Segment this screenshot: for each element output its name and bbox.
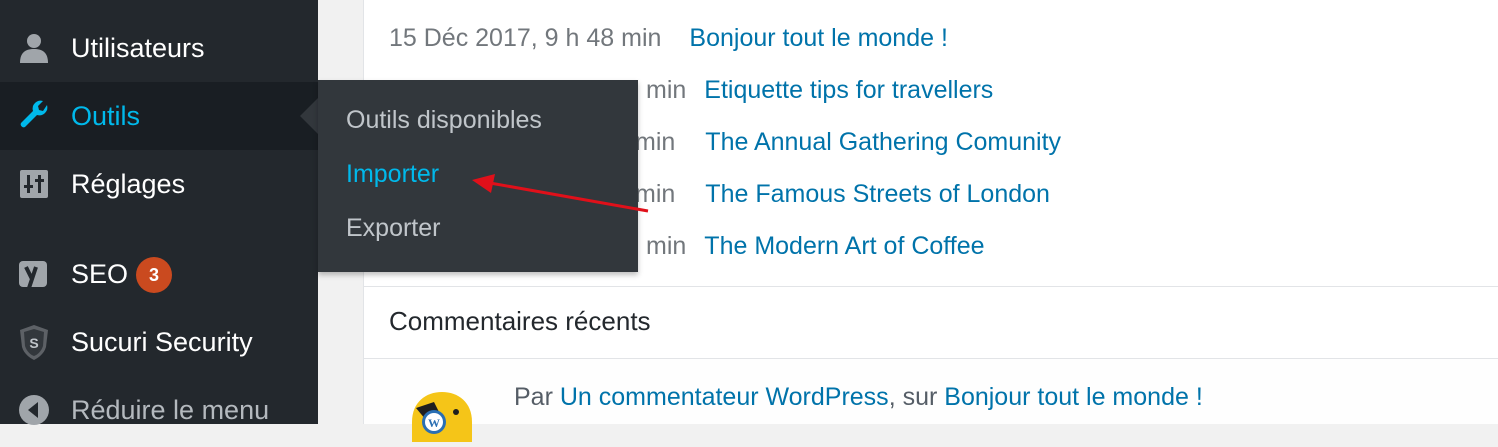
tools-flyout-submenu: Outils disponibles Importer Exporter <box>318 80 638 272</box>
sidebar-item-utilisateurs[interactable]: Utilisateurs <box>0 14 318 82</box>
notification-badge: 3 <box>136 257 172 293</box>
list-item: min Etiquette tips for travellers <box>646 72 993 108</box>
comment-text: Par Un commentateur WordPress, sur Bonjo… <box>514 383 1203 412</box>
submenu-item-importer[interactable]: Importer <box>346 160 439 189</box>
svg-text:S: S <box>29 335 38 351</box>
submenu-item-exporter[interactable]: Exporter <box>346 214 440 243</box>
list-item: 15 Déc 2017, 9 h 48 min Bonjour tout le … <box>389 20 948 56</box>
post-date: min <box>635 179 676 208</box>
post-link[interactable]: The Modern Art of Coffee <box>704 232 984 261</box>
list-item: min The Famous Streets of London <box>635 176 1050 212</box>
post-link[interactable]: The Annual Gathering Comunity <box>705 128 1061 157</box>
comment-on: , sur <box>888 383 938 411</box>
yoast-icon <box>16 256 52 292</box>
comment-prefix: Par <box>514 383 553 411</box>
wrench-icon <box>16 98 52 134</box>
sidebar-item-sucuri-security[interactable]: S Sucuri Security <box>0 308 318 376</box>
active-caret <box>300 98 318 134</box>
sidebar-item-label: Réduire le menu <box>71 394 270 425</box>
admin-sidebar: Utilisateurs Outils Réglages SEO 3 S Suc… <box>0 0 318 425</box>
sidebar-item-outils[interactable]: Outils <box>0 82 318 150</box>
submenu-item-outils-disponibles[interactable]: Outils disponibles <box>346 106 542 135</box>
post-date: 15 Déc 2017, 9 h 48 min <box>389 23 662 52</box>
comment-author-link[interactable]: Un commentateur WordPress <box>560 383 889 411</box>
post-date: min <box>635 127 676 156</box>
collapse-menu-button[interactable]: Réduire le menu <box>0 376 318 444</box>
settings-sliders-icon <box>16 166 52 202</box>
section-title: Commentaires récents <box>389 306 651 336</box>
user-icon <box>16 30 52 66</box>
avatar: W <box>404 382 478 442</box>
sidebar-item-label: Sucuri Security <box>71 326 253 357</box>
divider <box>363 286 1498 287</box>
post-link[interactable]: Etiquette tips for travellers <box>704 76 993 105</box>
post-date: min <box>646 231 687 260</box>
list-item: min The Modern Art of Coffee <box>646 228 985 264</box>
comment-post-link[interactable]: Bonjour tout le monde ! <box>944 383 1203 411</box>
sidebar-item-reglages[interactable]: Réglages <box>0 150 318 218</box>
post-link[interactable]: Bonjour tout le monde ! <box>689 24 948 53</box>
sidebar-item-label: SEO <box>71 258 129 289</box>
post-link[interactable]: The Famous Streets of London <box>705 180 1050 209</box>
svg-text:W: W <box>428 416 440 430</box>
list-item: min The Annual Gathering Comunity <box>635 124 1061 160</box>
sucuri-shield-icon: S <box>16 324 52 360</box>
sidebar-item-label: Outils <box>71 100 141 131</box>
sidebar-item-label: Utilisateurs <box>71 32 205 63</box>
sidebar-item-label: Réglages <box>71 168 186 199</box>
collapse-arrow-icon <box>16 392 52 428</box>
post-date: min <box>646 75 687 104</box>
sidebar-item-seo[interactable]: SEO 3 <box>0 240 318 308</box>
